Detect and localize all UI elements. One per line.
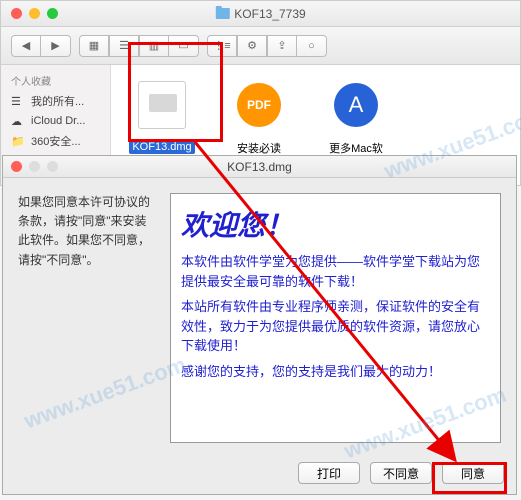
window-title: KOF13_7739 [234,7,305,21]
sidebar-item-all[interactable]: ☰我的所有... [1,90,110,112]
tags-button[interactable]: ○ [297,35,327,57]
minimize-icon[interactable] [29,8,40,19]
zoom-icon [47,161,58,172]
highlight-box [128,42,223,142]
dialog-title: KOF13.dmg [227,160,292,174]
all-icon: ☰ [11,95,25,107]
back-button[interactable]: ◀ [11,35,41,57]
welcome-title: 欢迎您！ [181,204,490,244]
action-button[interactable]: ⚙ [237,35,267,57]
view-icon-button[interactable]: ▦ [79,35,109,57]
print-button[interactable]: 打印 [298,462,360,484]
forward-button[interactable]: ▶ [41,35,71,57]
minimize-icon [29,161,40,172]
folder-icon [215,8,229,19]
highlight-box [432,462,507,494]
sidebar-header: 个人收藏 [1,71,110,90]
appstore-icon: A [334,83,378,127]
license-dialog: KOF13.dmg 如果您同意本许可协议的条款，请按"同意"来安装此软件。如果您… [2,155,517,495]
sidebar-item-360[interactable]: 📁360安全... [1,130,110,152]
close-icon[interactable] [11,161,22,172]
toolbar: ◀ ▶ ▦ ☰ ▥ ▭ ⋮≡ ⚙ ⇪ ○ [1,27,520,65]
folder-icon: 📁 [11,135,25,147]
share-button[interactable]: ⇪ [267,35,297,57]
finder-titlebar: KOF13_7739 [1,1,520,27]
license-content: 欢迎您！ 本软件由软件学堂为您提供——软件学堂下载站为您提供最安全最可靠的软件下… [170,193,501,443]
sidebar-item-icloud[interactable]: ☁iCloud Dr... [1,112,110,130]
disagree-button[interactable]: 不同意 [370,462,432,484]
license-instruction: 如果您同意本许可协议的条款，请按"同意"来安装此软件。如果您不同意，请按"不同意… [18,193,158,443]
pdf-icon: PDF [237,83,281,127]
zoom-icon[interactable] [47,8,58,19]
close-icon[interactable] [11,8,22,19]
cloud-icon: ☁ [11,115,25,127]
